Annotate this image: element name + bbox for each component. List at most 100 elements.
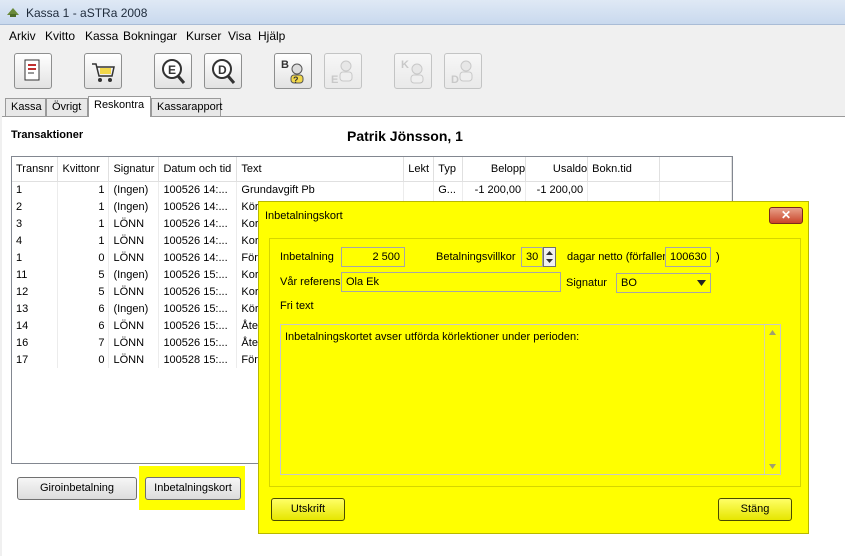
table-cell: 5 — [57, 283, 110, 300]
table-cell: 13 — [12, 300, 59, 317]
table-cell: 100526 15:... — [158, 300, 238, 317]
table-cell: -1 200,00 — [462, 181, 527, 198]
close-icon: ✕ — [780, 208, 792, 222]
inbetalningskort-dialog: Inbetalningskort ✕ Inbetalning 2 500 Bet… — [258, 201, 809, 534]
table-cell: 0 — [57, 351, 110, 368]
amount-field[interactable]: 2 500 — [341, 247, 405, 267]
table-cell: 100528 15:... — [158, 351, 238, 368]
customer-e-icon: E — [162, 59, 186, 84]
free-text-scrollbar[interactable] — [764, 325, 780, 474]
column-header-bokntid[interactable]: Bokn.tid — [587, 157, 661, 182]
table-cell: 14 — [12, 317, 59, 334]
table-cell: -1 200,00 — [525, 181, 589, 198]
table-cell: Grundavgift Pb — [236, 181, 405, 198]
customer-e-button[interactable]: E — [154, 53, 192, 89]
receipt-button[interactable] — [14, 53, 52, 89]
table-cell: 16 — [12, 334, 59, 351]
table-cell: 1 — [57, 198, 110, 215]
table-cell: LÖNN — [108, 283, 160, 300]
menu-visa[interactable]: Visa — [228, 29, 251, 43]
close-button[interactable]: Stäng — [718, 498, 792, 521]
terms-label: Betalningsvillkor — [436, 251, 516, 263]
table-cell — [403, 181, 435, 198]
free-text-area[interactable]: Inbetalningskortet avser utförda körlekt… — [280, 324, 781, 475]
column-header-typ[interactable]: Typ — [433, 157, 464, 182]
due-date-paren: ) — [716, 251, 720, 263]
app-icon — [7, 8, 19, 17]
table-cell: 100526 14:... — [158, 215, 238, 232]
column-header-datum[interactable]: Datum och tid — [158, 157, 238, 182]
table-cell: 100526 15:... — [158, 334, 238, 351]
booking-b-button[interactable]: B? — [274, 53, 312, 89]
table-cell: (Ingen) — [108, 266, 160, 283]
svg-text:K: K — [401, 59, 409, 71]
signature-select[interactable]: BO — [616, 273, 711, 293]
dialog-close-button[interactable]: ✕ — [769, 207, 803, 224]
table-cell: 2 — [12, 198, 59, 215]
svg-text:B: B — [281, 59, 289, 71]
customer-name: Patrik Jönsson, 1 — [347, 128, 463, 144]
dialog-title: Inbetalningskort — [265, 210, 343, 222]
customer-d-icon: D — [212, 59, 236, 84]
table-cell: 4 — [12, 232, 59, 249]
booking-e-button: E — [324, 53, 362, 89]
menu-bokningar[interactable]: Bokningar — [123, 29, 177, 43]
tab-kassarapport[interactable]: Kassarapport — [151, 98, 222, 116]
menu-arkiv[interactable]: Arkiv — [9, 29, 36, 43]
signature-value: BO — [621, 277, 637, 289]
menu-kvitto[interactable]: Kvitto — [45, 29, 75, 43]
print-button[interactable]: Utskrift — [271, 498, 345, 521]
svg-text:?: ? — [293, 75, 299, 85]
amount-label: Inbetalning — [280, 251, 334, 263]
due-date-field[interactable]: 100630 — [665, 247, 711, 267]
table-cell: 17 — [12, 351, 59, 368]
inbetalningskort-button[interactable]: Inbetalningskort — [145, 477, 241, 500]
table-cell: 0 — [57, 249, 110, 266]
tab-reskontra[interactable]: Reskontra — [88, 96, 151, 117]
table-cell: LÖNN — [108, 334, 160, 351]
column-header-belopp[interactable]: Belopp — [462, 157, 527, 182]
table-cell: (Ingen) — [108, 300, 160, 317]
table-cell: 12 — [12, 283, 59, 300]
column-header-text[interactable]: Text — [236, 157, 405, 182]
reference-label: Vår referens — [280, 276, 341, 288]
svg-text:E: E — [168, 63, 176, 77]
tab-ovrigt[interactable]: Övrigt — [46, 98, 88, 116]
column-header-signatur[interactable]: Signatur — [108, 157, 160, 182]
column-header-kvittonr[interactable]: Kvittonr — [57, 157, 110, 182]
column-header-lekt[interactable]: Lekt — [403, 157, 435, 182]
table-cell: 100526 14:... — [158, 198, 238, 215]
days-label: dagar netto (förfaller — [567, 251, 667, 263]
booking-d-button: D — [444, 53, 482, 89]
table-row[interactable]: 1 1 (Ingen) 100526 14:... Grundavgift Pb G...… — [12, 181, 732, 198]
booking-e-icon: E — [331, 60, 353, 86]
table-cell: (Ingen) — [108, 198, 160, 215]
svg-text:E: E — [331, 74, 338, 86]
cart-button[interactable] — [84, 53, 122, 89]
receipt-icon — [24, 59, 40, 81]
terms-spinner[interactable] — [543, 247, 556, 267]
tab-kassa[interactable]: Kassa — [5, 98, 46, 116]
table-cell: LÖNN — [108, 249, 160, 266]
menu-bar: Arkiv Kvitto Kassa Bokningar Kurser Visa… — [0, 26, 845, 46]
menu-kassa[interactable]: Kassa — [85, 29, 118, 43]
terms-field[interactable]: 30 — [521, 247, 543, 267]
table-cell: 7 — [57, 334, 110, 351]
toolbar: E D B? E K D — [0, 47, 845, 95]
giroinbetalning-button[interactable]: Giroinbetalning — [17, 477, 137, 500]
table-cell: 1 — [12, 249, 59, 266]
table-cell: 5 — [57, 266, 110, 283]
table-cell: 100526 15:... — [158, 283, 238, 300]
booking-b-icon: B? — [281, 59, 304, 85]
table-cell: LÖNN — [108, 317, 160, 334]
table-cell — [587, 181, 661, 198]
column-header-usaldo[interactable]: Usaldo — [525, 157, 589, 182]
customer-d-button[interactable]: D — [204, 53, 242, 89]
menu-kurser[interactable]: Kurser — [186, 29, 221, 43]
table-cell-filler — [659, 181, 732, 198]
reference-field[interactable]: Ola Ek — [341, 272, 561, 292]
table-cell: 3 — [12, 215, 59, 232]
scroll-up-icon — [769, 330, 776, 335]
column-header-transnr[interactable]: Transnr — [12, 157, 59, 182]
menu-hjalp[interactable]: Hjälp — [258, 29, 285, 43]
